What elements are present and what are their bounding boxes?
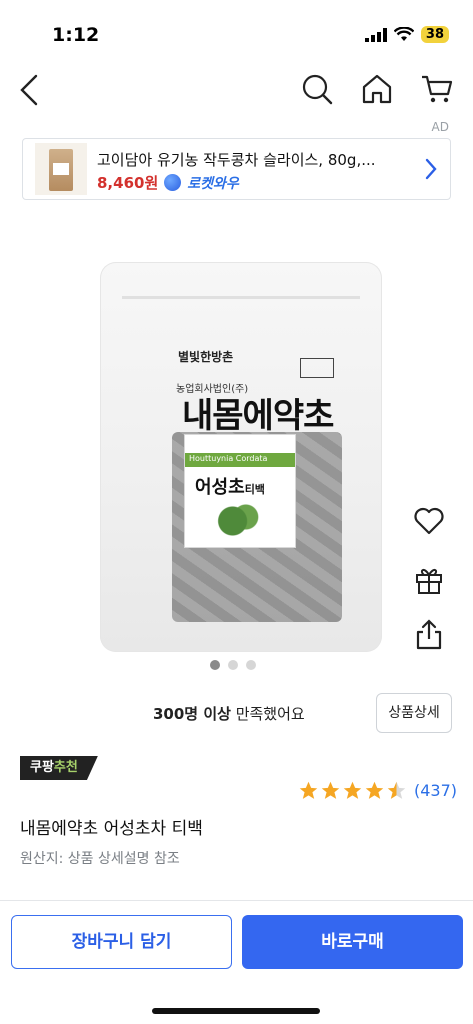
carousel-dot[interactable] (246, 660, 256, 670)
review-count[interactable]: (437) (414, 781, 457, 800)
home-icon[interactable] (360, 72, 394, 106)
star-full-icon (299, 781, 318, 799)
star-full-icon (365, 781, 384, 799)
ad-title: 고이담아 유기농 작두콩차 슬라이스, 80g,... (97, 151, 376, 169)
status-time: 1:12 (52, 24, 100, 46)
star-full-icon (321, 781, 340, 799)
carousel-dots[interactable] (210, 660, 256, 670)
ad-price-row: 8,460원 로켓와우 (97, 172, 239, 193)
back-icon[interactable] (14, 72, 46, 108)
package-zipper (122, 296, 360, 299)
product-name: 내몸에약초 어성초차 티백 (20, 819, 203, 839)
label-band-text: Houttuynia Cordata (189, 454, 268, 463)
add-to-cart-button[interactable]: 장바구니 담기 (11, 915, 232, 969)
star-full-icon (343, 781, 362, 799)
bottom-divider (0, 900, 473, 901)
leaf-illustration (215, 501, 259, 541)
product-detail-button[interactable]: 상품상세 (376, 693, 452, 733)
chevron-right-icon (425, 158, 437, 180)
ad-label: AD (431, 120, 449, 134)
package-side-box (300, 358, 334, 378)
rating[interactable]: (437) (298, 780, 457, 801)
ad-price: 8,460원 (97, 174, 159, 192)
carousel-dot[interactable] (228, 660, 238, 670)
signal-icon (364, 27, 387, 42)
coupang-recommend-badge: 쿠팡추천 (20, 756, 98, 780)
wifi-icon (393, 27, 414, 41)
share-icon[interactable] (412, 618, 446, 652)
heart-icon[interactable] (412, 504, 446, 538)
rocket-icon (164, 174, 182, 191)
buy-now-button[interactable]: 바로구매 (242, 915, 463, 969)
cart-icon[interactable] (420, 72, 454, 106)
carousel-dot[interactable] (210, 660, 220, 670)
battery-indicator: 38 (420, 26, 449, 43)
star-half-icon (387, 781, 406, 799)
home-indicator (152, 1008, 320, 1014)
rocket-wow-label: 로켓와우 (187, 175, 239, 192)
product-origin: 원산지: 상품 상세설명 참조 (20, 851, 180, 867)
package-title: 내몸에약초 (182, 396, 334, 436)
ad-banner[interactable]: 고이담아 유기농 작두콩차 슬라이스, 80g,... 8,460원 로켓와우 (22, 138, 451, 200)
gift-icon[interactable] (412, 562, 446, 596)
search-icon[interactable] (300, 72, 334, 106)
ad-product-image (35, 143, 87, 195)
package-brand: 별빛한방촌 (178, 350, 234, 364)
status-icons: 38 (364, 26, 449, 43)
package-label: Houttuynia Cordata 어성초티백 (184, 434, 296, 548)
label-name: 어성초티백 (195, 477, 265, 498)
satisfaction-text: 300명 이상 만족했어요 (153, 705, 305, 723)
product-image[interactable]: 별빛한방촌 농업회사법인(주) 내몸에약초 Houttuynia Cordata… (100, 262, 382, 652)
